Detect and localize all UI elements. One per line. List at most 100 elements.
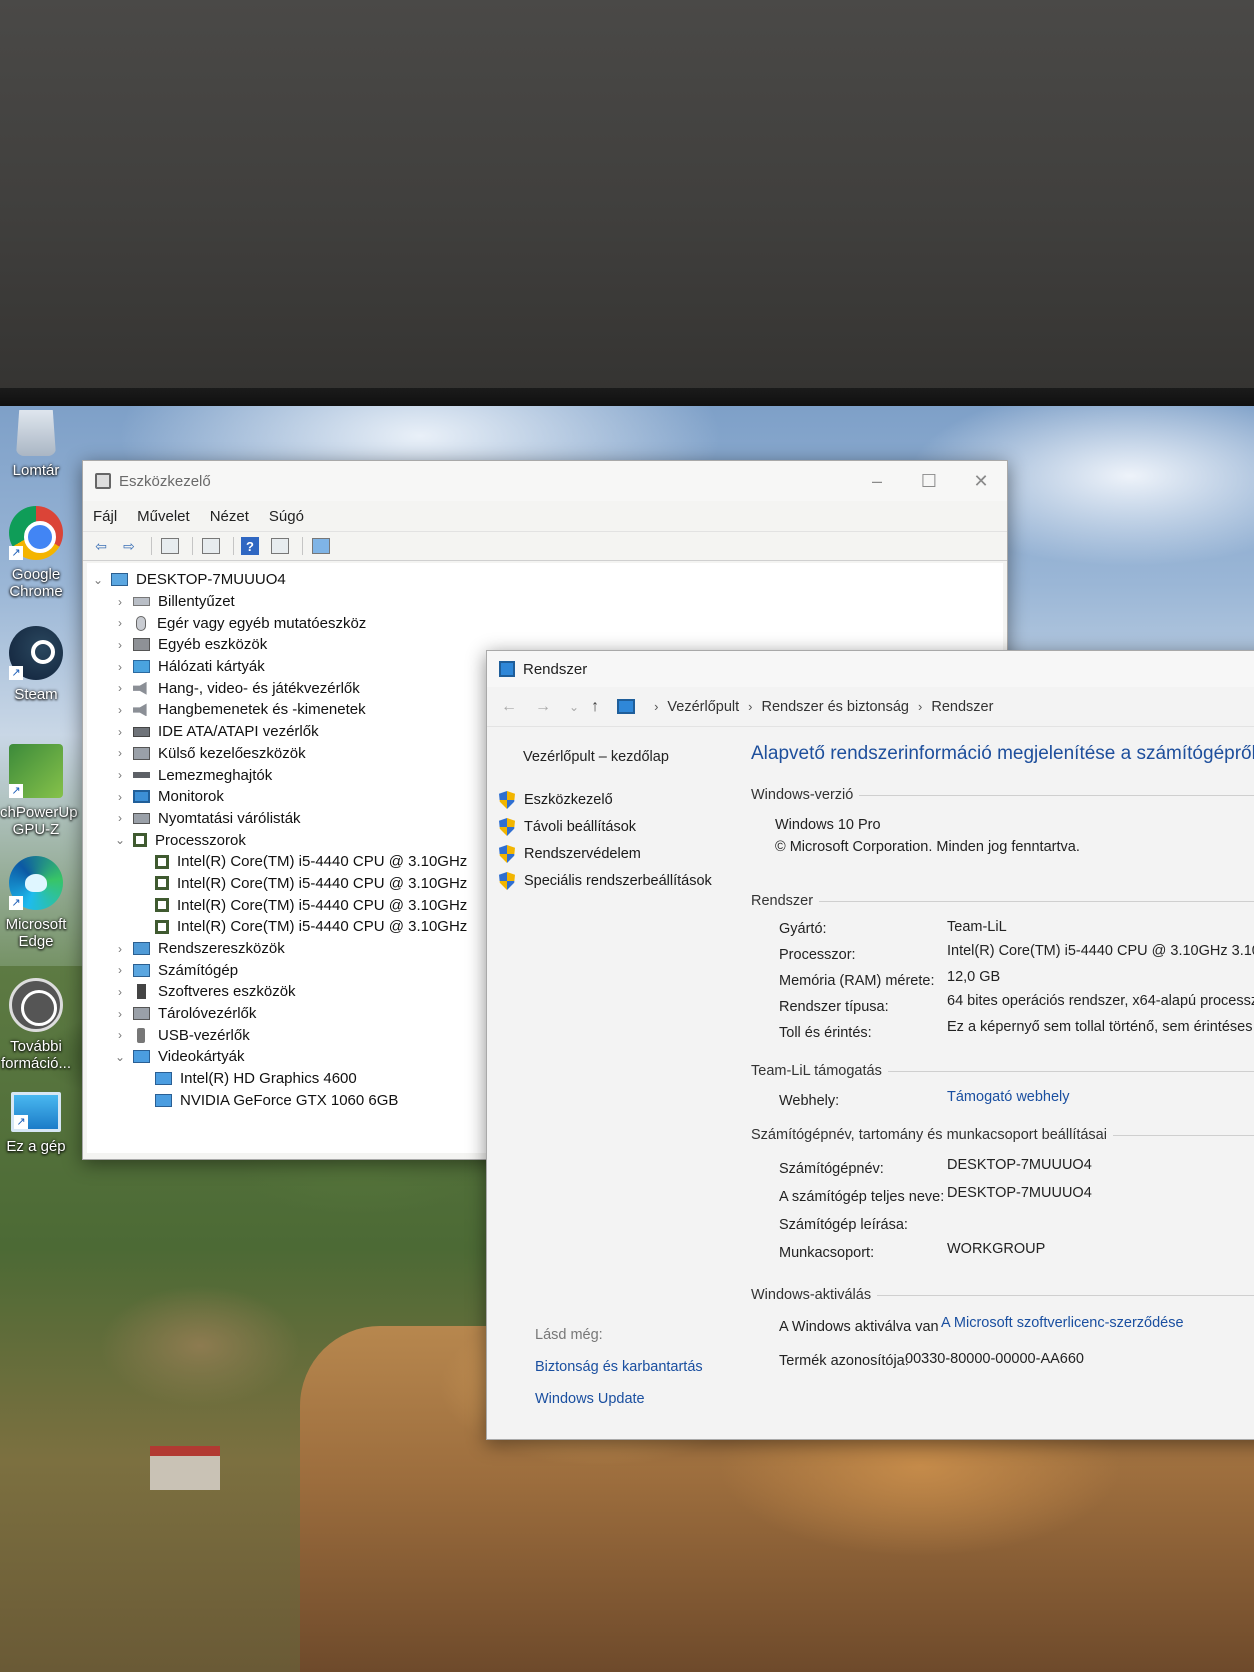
chevron-right-icon[interactable]: › <box>113 638 127 652</box>
chevron-down-icon[interactable]: ⌄ <box>113 1050 127 1064</box>
task-device-manager[interactable]: Eszközkezelő <box>499 791 613 809</box>
desktop-icon-recycle-bin[interactable]: Lomtár <box>0 410 72 479</box>
chevron-right-icon[interactable]: › <box>113 963 127 977</box>
minimize-button[interactable]: – <box>851 461 903 501</box>
menu-help[interactable]: Súgó <box>269 508 304 525</box>
close-button[interactable]: ✕ <box>955 461 1007 501</box>
security-maintenance-link[interactable]: Biztonság és karbantartás <box>535 1359 703 1375</box>
desktop-icon-steam[interactable]: ↗ Steam <box>0 626 72 703</box>
tree-item-label: Intel(R) Core(TM) i5-4440 CPU @ 3.10GHz <box>177 896 468 914</box>
desktop-icon-more-info[interactable]: További formáció... <box>0 978 72 1072</box>
chevron-right-icon[interactable]: › <box>113 660 127 674</box>
title-bar[interactable]: Rendszer <box>487 651 1254 687</box>
tree-item-label: IDE ATA/ATAPI vezérlők <box>158 723 319 741</box>
breadcrumb-system-security[interactable]: Rendszer és biztonság <box>762 699 910 715</box>
chevron-right-icon[interactable]: › <box>113 746 127 760</box>
chevron-right-icon[interactable]: › <box>113 768 127 782</box>
control-panel-home-link[interactable]: Vezérlőpult – kezdőlap <box>523 749 669 765</box>
chevron-right-icon[interactable]: › <box>113 811 127 825</box>
forward-arrow-icon[interactable]: ⇨ <box>117 536 141 556</box>
chevron-right-icon[interactable]: › <box>113 616 127 630</box>
system-window: Rendszer ← → ⌄ ↑ › Vezérlőpult › Rendsze… <box>486 650 1254 1440</box>
help-button[interactable]: ? <box>240 536 264 556</box>
chevron-right-icon[interactable]: › <box>113 985 127 999</box>
tree-item-label: Videokártyák <box>158 1048 245 1066</box>
chevron-right-icon[interactable]: › <box>113 1007 127 1021</box>
shortcut-arrow-icon: ↗ <box>9 546 23 560</box>
full-name-value: DESKTOP-7MUUUO4 <box>947 1185 1092 1201</box>
desktop-icon-this-pc[interactable]: ↗ Ez a gép <box>0 1092 72 1155</box>
computer-icon <box>133 963 150 977</box>
computer-name-value: DESKTOP-7MUUUO4 <box>947 1157 1092 1173</box>
desktop-icon-chrome[interactable]: ↗ Google Chrome <box>0 506 72 600</box>
menu-file[interactable]: Fájl <box>93 508 117 525</box>
shield-icon <box>499 872 515 890</box>
up-button[interactable]: ↑ <box>591 698 599 716</box>
recent-locations-button[interactable]: ⌄ <box>569 700 579 714</box>
forward-button[interactable]: → <box>535 698 551 716</box>
section-title: Windows-aktiválás <box>751 1287 872 1303</box>
section-computer-name: Számítógépnév, tartomány és munkacsoport… <box>751 1127 1254 1143</box>
task-label: Távoli beállítások <box>524 819 637 835</box>
task-system-protection[interactable]: Rendszervédelem <box>499 845 641 863</box>
section-title: Team-LiL támogatás <box>751 1063 882 1079</box>
menu-action[interactable]: Művelet <box>137 508 190 525</box>
system-icon <box>499 661 515 677</box>
task-advanced-settings[interactable]: Speciális rendszerbeállítások <box>499 872 712 890</box>
breadcrumb-system[interactable]: Rendszer <box>931 699 993 715</box>
tree-item-label: Monitorok <box>158 788 224 806</box>
ram-label: Memória (RAM) mérete: <box>779 973 935 989</box>
wallpaper-house <box>150 1446 220 1490</box>
windows-update-link[interactable]: Windows Update <box>535 1391 645 1407</box>
monitor-icon <box>133 790 150 804</box>
menu-view[interactable]: Nézet <box>210 508 249 525</box>
scan-hardware-button[interactable] <box>309 536 333 556</box>
desktop-icon-edge[interactable]: ↗ Microsoft Edge <box>0 856 72 950</box>
computer-name-label: Számítógépnév: <box>779 1161 884 1177</box>
section-title: Windows-verzió <box>751 787 854 803</box>
system-type-value: 64 bites operációs rendszer, x64-alapú p… <box>947 993 1254 1009</box>
tree-item-label: Külső kezelőeszközök <box>158 744 306 762</box>
task-label: Speciális rendszerbeállítások <box>524 873 712 889</box>
chevron-right-icon[interactable]: › <box>113 681 127 695</box>
task-label: Rendszervédelem <box>524 846 641 862</box>
shortcut-arrow-icon: ↗ <box>14 1115 28 1129</box>
task-remote-settings[interactable]: Távoli beállítások <box>499 818 636 836</box>
chevron-right-icon[interactable]: › <box>113 725 127 739</box>
tree-root[interactable]: ⌄ DESKTOP-7MUUUO4 <box>87 569 1003 591</box>
maximize-button[interactable]: ☐ <box>903 461 955 501</box>
chevron-right-icon[interactable]: › <box>113 942 127 956</box>
tree-item-label: Intel(R) HD Graphics 4600 <box>180 1070 357 1088</box>
back-arrow-icon[interactable]: ⇦ <box>89 536 113 556</box>
mouse-icon <box>136 615 146 631</box>
chevron-down-icon[interactable]: ⌄ <box>113 833 127 847</box>
pen-touch-label: Toll és érintés: <box>779 1025 872 1041</box>
page-title: Alapvető rendszerinformáció megjelenítés… <box>751 743 1254 764</box>
chevron-right-icon[interactable]: › <box>113 595 127 609</box>
support-website-link[interactable]: Támogató webhely <box>947 1089 1070 1105</box>
update-driver-button[interactable] <box>268 536 292 556</box>
background-wall <box>0 0 1254 392</box>
tree-category[interactable]: › Egér vagy egyéb mutatóeszköz <box>87 612 1003 634</box>
tree-category[interactable]: › Billentyűzet <box>87 591 1003 613</box>
workgroup-value: WORKGROUP <box>947 1241 1046 1257</box>
address-bar: ← → ⌄ ↑ › Vezérlőpult › Rendszer és bizt… <box>487 687 1254 727</box>
chevron-right-icon[interactable]: › <box>113 703 127 717</box>
device-manager-icon <box>95 473 111 489</box>
back-button[interactable]: ← <box>501 698 517 716</box>
title-bar[interactable]: Eszközkezelő – ☐ ✕ <box>83 461 1007 501</box>
chevron-right-icon[interactable]: › <box>113 790 127 804</box>
properties-button[interactable] <box>199 536 223 556</box>
show-hide-console-tree-button[interactable] <box>158 536 182 556</box>
breadcrumb-control-panel[interactable]: Vezérlőpult <box>667 699 739 715</box>
keyboard-icon <box>133 597 150 607</box>
tree-item-label: Szoftveres eszközök <box>158 983 296 1001</box>
chevron-right-icon[interactable]: › <box>113 1028 127 1042</box>
description-label: Számítógép leírása: <box>779 1217 908 1233</box>
desktop-icon-gpu-z[interactable]: ↗ chPowerUp GPU-Z <box>0 744 78 838</box>
tree-item-label: Nyomtatási várólisták <box>158 809 301 827</box>
license-terms-link[interactable]: A Microsoft szoftverlicenc-szerződése <box>941 1315 1184 1331</box>
left-pane: Vezérlőpult – kezdőlap Eszközkezelő Távo… <box>487 727 739 1439</box>
chevron-down-icon[interactable]: ⌄ <box>91 573 105 587</box>
display-adapter-icon <box>155 1072 172 1086</box>
